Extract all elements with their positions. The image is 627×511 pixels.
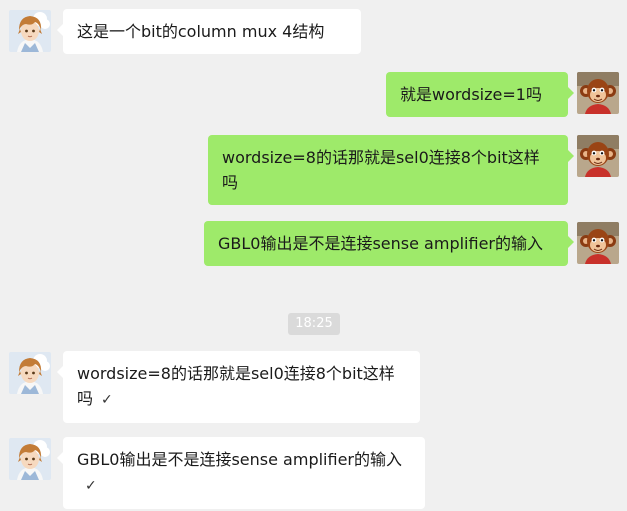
self-avatar[interactable] [577,135,619,177]
contact-avatar[interactable] [9,10,51,52]
self-avatar[interactable] [577,222,619,264]
cartoon-monkey-avatar-icon [577,222,619,264]
message-text: wordsize=8的话那就是sel0连接8个bit这样吗 [222,148,540,192]
contact-avatar[interactable] [9,352,51,394]
message-text: 这是一个bit的column mux 4结构 [77,22,325,41]
anime-boy-avatar-icon [9,352,51,394]
message-text: 就是wordsize=1吗 [400,85,542,104]
self-avatar[interactable] [577,72,619,114]
anime-boy-avatar-icon [9,10,51,52]
message-bubble-incoming[interactable]: wordsize=8的话那就是sel0连接8个bit这样吗 ✓ [57,351,420,423]
check-mark-icon: ✓ [101,392,113,408]
message-bubble-outgoing[interactable]: wordsize=8的话那就是sel0连接8个bit这样吗 [208,135,574,205]
cartoon-monkey-avatar-icon [577,72,619,114]
message-text: GBL0输出是不是连接sense amplifier的输入 [218,234,543,253]
check-mark-icon: ✓ [85,478,97,494]
message-bubble-incoming[interactable]: GBL0输出是不是连接sense amplifier的输入 ✓ [57,437,425,509]
anime-boy-avatar-icon [9,438,51,480]
cartoon-monkey-avatar-icon [577,135,619,177]
message-bubble-outgoing[interactable]: GBL0输出是不是连接sense amplifier的输入 [204,221,574,266]
message-bubble-outgoing[interactable]: 就是wordsize=1吗 [386,72,574,117]
message-bubble-incoming[interactable]: 这是一个bit的column mux 4结构 [57,9,361,54]
message-text: wordsize=8的话那就是sel0连接8个bit这样吗 [77,364,395,408]
message-text: GBL0输出是不是连接sense amplifier的输入 [77,450,402,469]
contact-avatar[interactable] [9,438,51,480]
timestamp-divider: 18:25 [288,313,340,335]
